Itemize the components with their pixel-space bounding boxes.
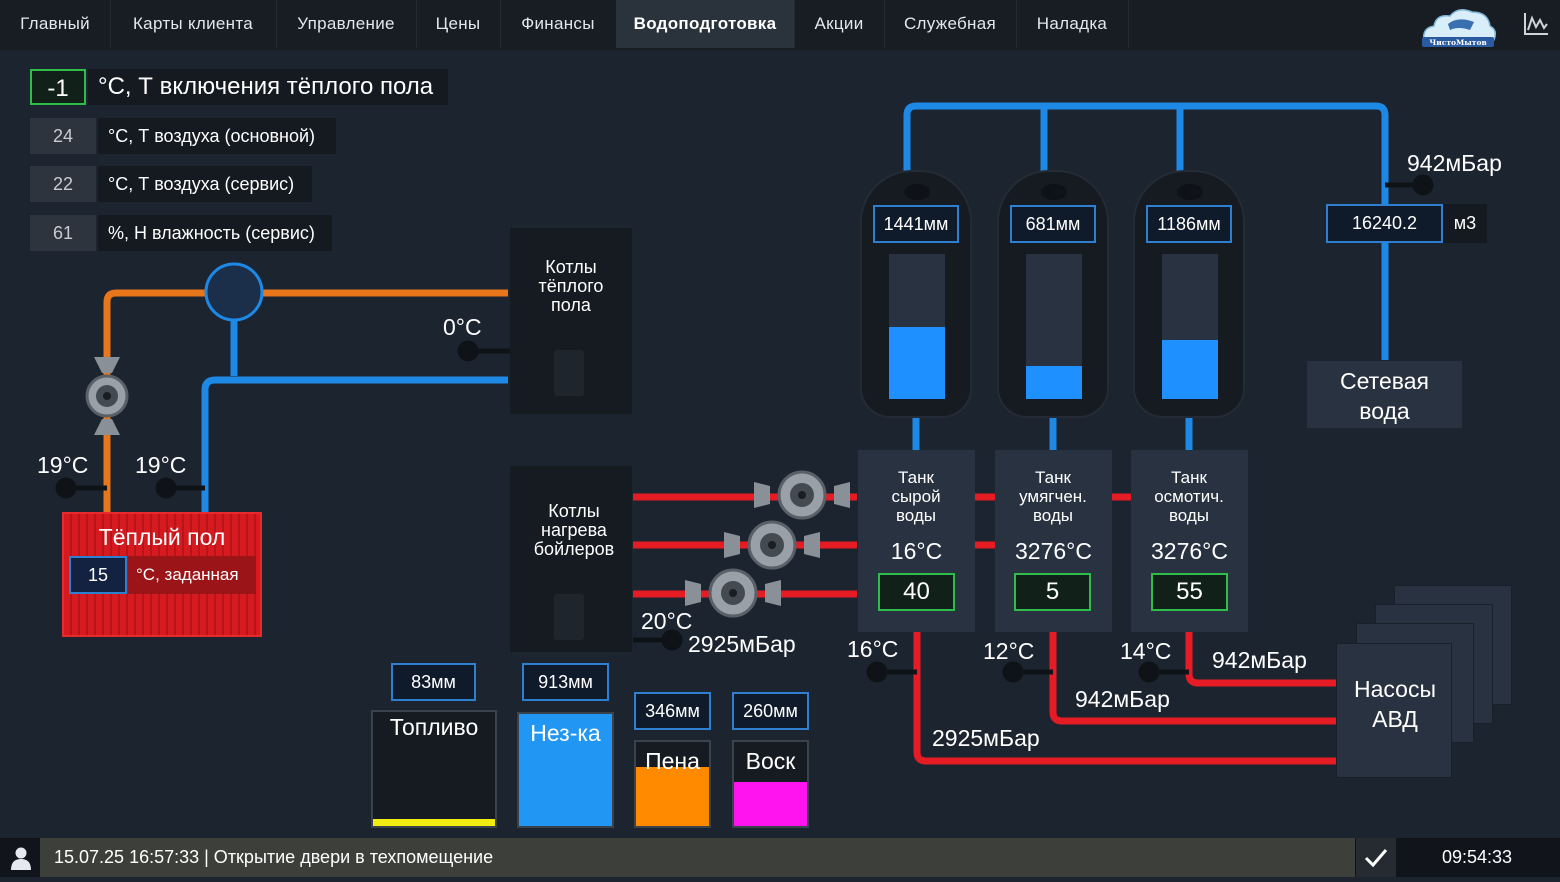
humidity-service-value[interactable]: 61: [30, 215, 96, 251]
brand-logo: ЧистоМытов: [1422, 9, 1497, 47]
tank-soft-temp: 3276°C: [1015, 538, 1092, 564]
tank-raw-level-label: 1441мм: [873, 205, 959, 243]
avd-pressure-3: 2925мБар: [932, 725, 1040, 751]
floor-pump-icon: [85, 357, 129, 435]
user-icon[interactable]: [10, 846, 32, 870]
floor-supply-temp: 19°C: [37, 452, 89, 478]
clock: 09:54:33: [1441, 847, 1513, 867]
boiler-water-title: Котлы нагрева бойлеров: [533, 501, 615, 559]
network-water-block[interactable]: Сетевая вода: [1307, 361, 1462, 428]
tank-osm-level-label: 1186мм: [1146, 205, 1232, 243]
tank-osmotic-water-level: [1162, 339, 1218, 399]
tank-raw-title: Танк сырой воды: [891, 468, 941, 525]
air-service-value[interactable]: 22: [30, 166, 96, 202]
air-main-label: °C, Т воздуха (основной): [98, 118, 336, 154]
tank-osm-temp: 3276°C: [1151, 538, 1228, 564]
wax-name: Воск: [745, 748, 796, 774]
acknowledge-button[interactable]: [1356, 838, 1396, 877]
air-service-label: °C, Т воздуха (сервис): [98, 166, 312, 202]
boiler-floor-block[interactable]: Котлы тёплого пола: [510, 228, 632, 414]
tank-raw-water-level: [889, 326, 945, 399]
foam-name: Пена: [645, 748, 700, 774]
tank-soft-value[interactable]: 5: [1014, 573, 1091, 611]
tank-osm-title: Танк осмотич. воды: [1154, 468, 1224, 525]
boiler-floor-temp: 0°C: [443, 314, 482, 340]
network-pressure: 942мБар: [1407, 150, 1502, 176]
cold-return-pipe: [201, 376, 508, 515]
wax-level: 260мм: [732, 692, 809, 730]
tab-setup[interactable]: Наладка: [1016, 0, 1129, 48]
warm-floor-block[interactable]: Тёплый пол 15 °C, заданная: [62, 512, 262, 637]
avd-pumps-title: Насосы АВД: [1354, 676, 1436, 732]
tab-main[interactable]: Главный: [0, 0, 111, 48]
network-volume: 16240.2: [1326, 204, 1443, 243]
fuel-fill: [373, 819, 495, 826]
tab-control[interactable]: Управление: [276, 0, 417, 48]
boiler-water-icon: [554, 594, 584, 640]
tank-osm-pipe-temp: 14°C: [1120, 638, 1172, 664]
tank-soft-title: Танк умягчен. воды: [1019, 468, 1087, 525]
avd-pumps-block[interactable]: Насосы АВД: [1336, 643, 1452, 778]
event-message-bar[interactable]: 15.07.25 16:57:33 | Открытие двери в тех…: [40, 838, 1355, 877]
detergent-level: 913мм: [522, 663, 609, 701]
boiler-water-pressure: 2925мБар: [688, 631, 796, 657]
boiler-pump-1-icon: [754, 470, 850, 520]
boiler-floor-title: Котлы тёплого пола: [538, 257, 604, 315]
tab-prices[interactable]: Цены: [416, 0, 501, 48]
tank-soft-level-label: 681мм: [1010, 205, 1096, 243]
floor-setpoint-label: °C, заданная: [128, 556, 256, 594]
tank-raw-temp: 16°C: [890, 538, 943, 564]
tank-osm-value[interactable]: 55: [1151, 573, 1228, 611]
fuel-tank[interactable]: Топливо: [371, 710, 497, 828]
fuel-level: 83мм: [391, 663, 476, 701]
boiler-floor-icon: [554, 350, 584, 396]
tab-water-treatment[interactable]: Водоподготовка: [616, 0, 795, 48]
tank-softened-water-level: [1026, 365, 1082, 399]
air-main-value[interactable]: 24: [30, 118, 96, 154]
tank-raw-value[interactable]: 40: [878, 573, 955, 611]
floor-on-temp-value[interactable]: -1: [30, 69, 86, 105]
detergent-name: Нез-ка: [530, 720, 601, 746]
avd-pressure-2: 942мБар: [1075, 686, 1170, 712]
fuel-name: Топливо: [389, 714, 479, 740]
network-water-title: Сетевая вода: [1340, 368, 1429, 424]
top-nav: Главный Карты клиента Управление Цены Фи…: [0, 0, 1560, 50]
network-volume-unit: м3: [1443, 204, 1487, 243]
wax-fill: [734, 782, 807, 826]
circulator-pump-icon: [204, 262, 264, 322]
avd-pressure-1: 942мБар: [1212, 647, 1307, 673]
detergent-tank[interactable]: Нез-ка: [517, 712, 614, 828]
floor-return-temp: 19°C: [135, 452, 187, 478]
humidity-service-label: %, Н влажность (сервис): [98, 215, 332, 251]
logo-text: ЧистоМытов: [1429, 38, 1486, 47]
tank-soft-pipe-temp: 12°C: [983, 638, 1035, 664]
event-message: 15.07.25 16:57:33 | Открытие двери в тех…: [54, 847, 494, 867]
tab-client-cards[interactable]: Карты клиента: [110, 0, 277, 48]
foam-tank[interactable]: Пена: [634, 740, 711, 828]
tab-service[interactable]: Служебная: [884, 0, 1017, 48]
status-bar: 15.07.25 16:57:33 | Открытие двери в тех…: [0, 838, 1560, 877]
boiler-pump-3-icon: [685, 568, 781, 618]
foam-fill: [636, 767, 709, 826]
boiler-water-block[interactable]: Котлы нагрева бойлеров: [510, 466, 632, 652]
checkmark-icon: [1364, 849, 1388, 868]
wax-tank[interactable]: Воск: [732, 740, 809, 828]
tab-promotions[interactable]: Акции: [794, 0, 885, 48]
foam-level: 346мм: [634, 692, 711, 730]
boiler-pump-2-icon: [724, 520, 820, 570]
boiler-water-temp: 20°C: [641, 608, 693, 634]
chart-icon[interactable]: [1522, 10, 1550, 38]
tank-raw-pipe-temp: 16°C: [847, 636, 899, 662]
warm-floor-title: Тёплый пол: [98, 524, 226, 550]
floor-on-temp-label: °C, Т включения тёплого пола: [88, 69, 448, 105]
floor-setpoint-value[interactable]: 15: [69, 556, 127, 594]
tab-finance[interactable]: Финансы: [500, 0, 617, 48]
